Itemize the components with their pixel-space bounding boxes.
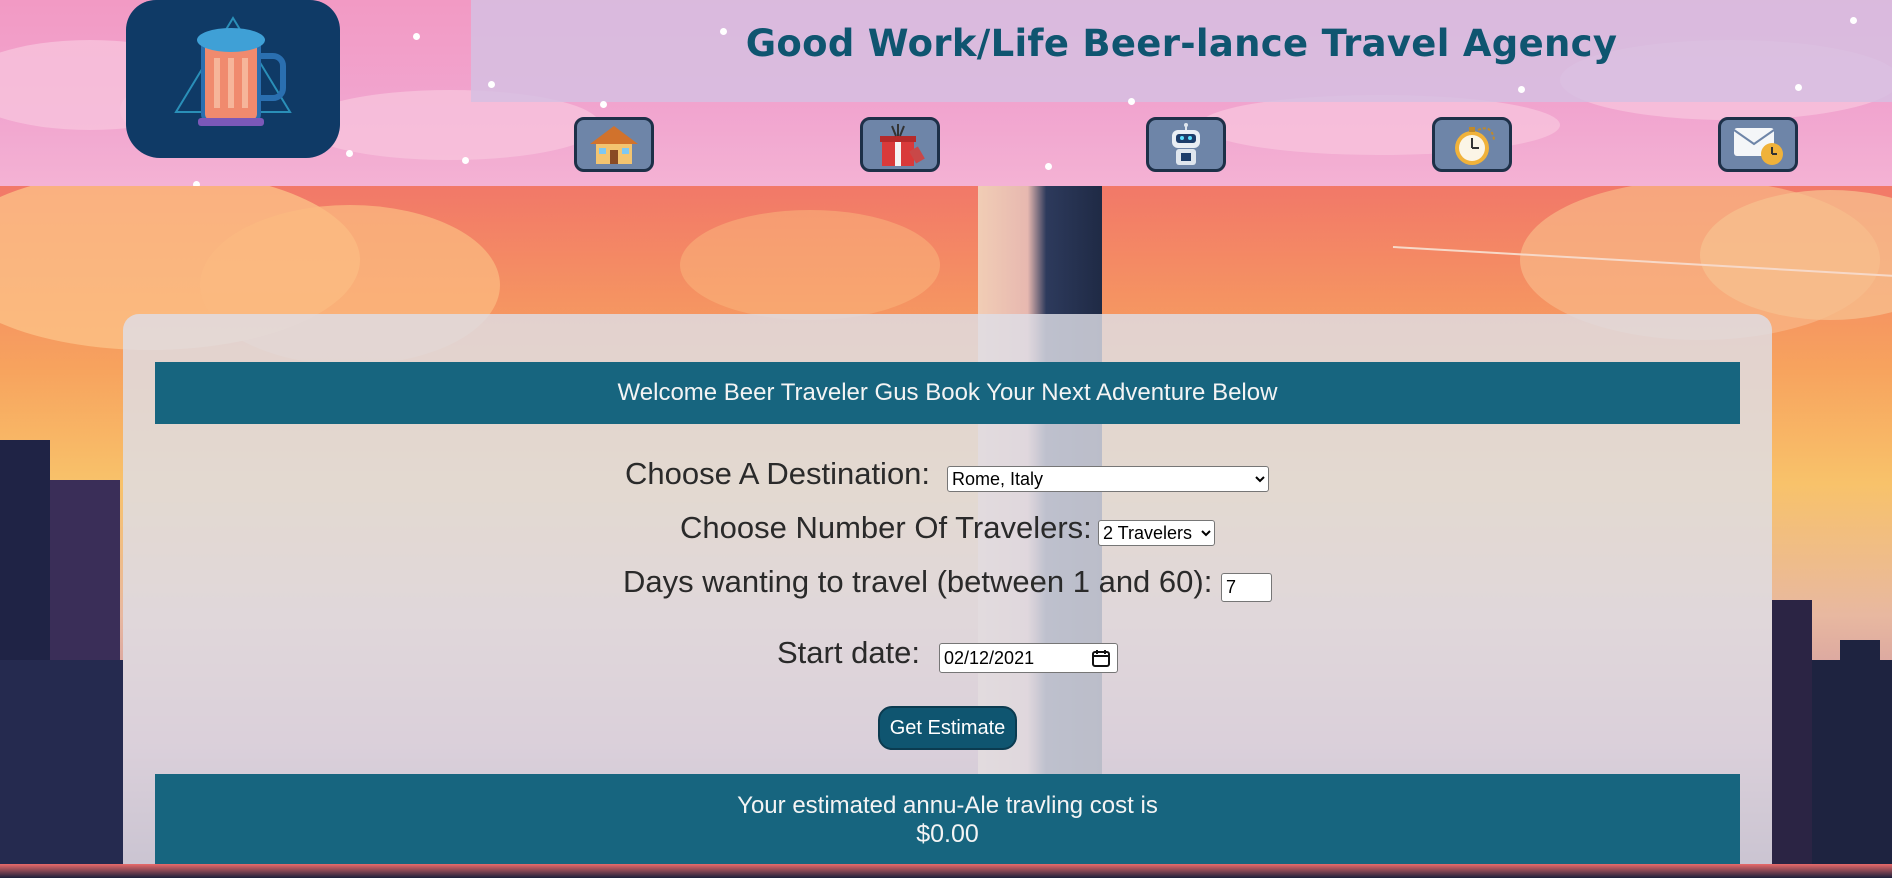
estimate-amount: $0.00: [916, 820, 979, 848]
destination-label: Choose A Destination:: [625, 456, 931, 491]
start-date-value: 02/12/2021: [944, 647, 1035, 668]
mail-clock-icon: [1733, 127, 1783, 165]
days-input[interactable]: [1221, 573, 1272, 602]
robot-icon: [1172, 122, 1200, 165]
beer-mug-icon: [174, 16, 292, 126]
nav-home-button[interactable]: [574, 117, 654, 172]
home-icon: [590, 125, 638, 164]
nav-stopwatch-button[interactable]: [1432, 117, 1512, 172]
stopwatch-icon: [1455, 126, 1495, 165]
calendar-icon[interactable]: [1091, 648, 1111, 668]
start-date-label: Start date:: [777, 635, 921, 670]
welcome-banner: Welcome Beer Traveler Gus Book Your Next…: [155, 362, 1740, 424]
days-label: Days wanting to travel (between 1 and 60…: [623, 564, 1213, 599]
destination-select[interactable]: Rome, Italy: [947, 466, 1269, 492]
site-header: Good Work/Life Beer-lance Travel Agency: [0, 0, 1892, 186]
days-row: Days wanting to travel (between 1 and 60…: [623, 564, 1212, 600]
estimate-text: Your estimated annu-Ale travling cost is: [737, 792, 1158, 819]
estimate-result: Your estimated annu-Ale travling cost is…: [155, 774, 1740, 864]
nav-robot-button[interactable]: [1146, 117, 1226, 172]
gift-icon: [880, 123, 925, 166]
travelers-row: Choose Number Of Travelers:: [680, 510, 1092, 546]
destination-row: Choose A Destination:: [625, 456, 930, 492]
welcome-text: Welcome Beer Traveler Gus Book Your Next…: [617, 379, 1278, 406]
start-date-row: Start date:: [777, 635, 920, 671]
footer-strip: [0, 864, 1892, 878]
logo[interactable]: [126, 0, 340, 158]
get-estimate-button[interactable]: Get Estimate: [878, 706, 1017, 750]
site-title: Good Work/Life Beer-lance Travel Agency: [745, 22, 1618, 65]
travelers-select[interactable]: 2 Travelers: [1098, 520, 1215, 546]
start-date-input[interactable]: 02/12/2021: [939, 643, 1118, 673]
nav-contact-button[interactable]: [1718, 117, 1798, 172]
travelers-label: Choose Number Of Travelers:: [680, 510, 1092, 545]
nav-gift-button[interactable]: [860, 117, 940, 172]
